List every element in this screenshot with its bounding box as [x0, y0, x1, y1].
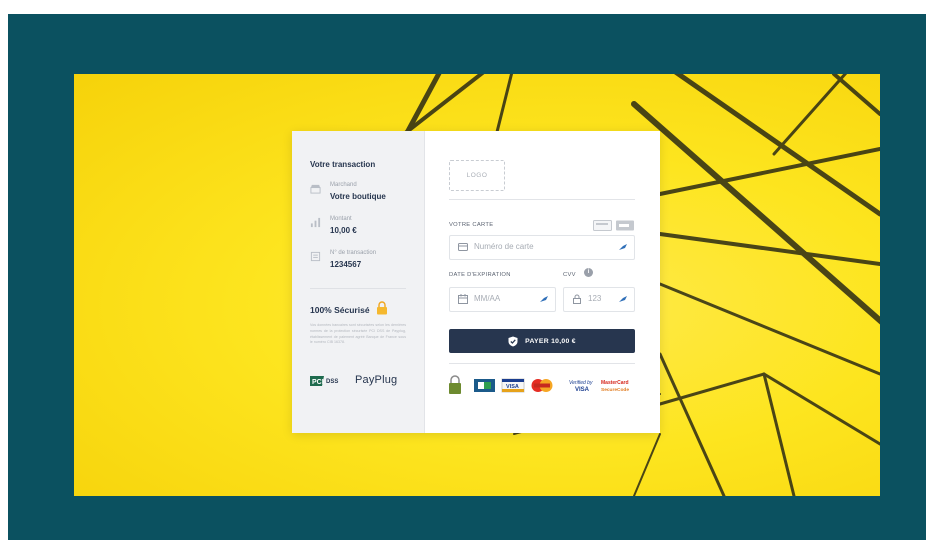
verified-by-visa-logo: Verified by VISA: [569, 380, 593, 393]
merchant-value: Votre boutique: [330, 192, 386, 201]
svg-text:Verified by: Verified by: [569, 380, 593, 386]
cvv-info-icon[interactable]: i: [584, 268, 593, 277]
form-divider: [449, 199, 635, 200]
receipt-icon: [310, 251, 321, 262]
card-number-input[interactable]: Numéro de carte: [449, 235, 635, 260]
card-label: VOTRE CARTE: [449, 222, 494, 228]
lock-icon: [449, 375, 461, 394]
autofill-icon[interactable]: [618, 295, 628, 304]
svg-text:VISA: VISA: [575, 387, 590, 393]
cvv-placeholder: 123: [588, 294, 602, 303]
mastercard-logo: [531, 379, 553, 392]
secure-title: 100% Sécurisé: [310, 305, 370, 315]
calendar-icon: [458, 294, 468, 304]
svg-text:DSS: DSS: [326, 379, 338, 385]
lock-icon: [377, 301, 387, 315]
card-type-icons: [593, 220, 634, 231]
chart-icon: [310, 217, 321, 228]
merchant-logo-placeholder: LOGO: [449, 160, 505, 191]
footer-divider: [449, 363, 635, 364]
card-number-placeholder: Numéro de carte: [474, 242, 534, 251]
pay-button-label: PAYER 10,00 €: [525, 337, 576, 345]
autofill-icon[interactable]: [539, 295, 549, 304]
pay-button[interactable]: PAYER 10,00 €: [449, 329, 635, 353]
expiry-label: DATE D'EXPIRATION: [449, 272, 511, 278]
pci-dss-logo: PCI DSS: [310, 376, 338, 386]
payplug-logo: PayPlug: [355, 374, 398, 386]
lock-icon: [573, 294, 581, 304]
transaction-sidebar: Votre transaction Marchand Votre boutiqu…: [292, 131, 425, 433]
visa-logo: VISA: [501, 378, 525, 393]
security-fine-print: Vos données bancaires sont sécurisées se…: [310, 323, 406, 345]
security-logos: VISA Verified by VISA MasterCard SecureC…: [449, 375, 629, 394]
svg-text:SecureCode: SecureCode: [601, 387, 629, 393]
shield-check-icon: [508, 336, 518, 346]
amount-value: 10,00 €: [330, 226, 357, 235]
svg-text:MasterCard: MasterCard: [601, 380, 629, 386]
mastercard-securecode-logo: MasterCard SecureCode: [601, 380, 629, 393]
amount-label: Montant: [330, 216, 352, 222]
svg-text:VISA: VISA: [506, 384, 519, 390]
transaction-label: N° de transaction: [330, 250, 377, 256]
payment-card: Votre transaction Marchand Votre boutiqu…: [292, 131, 660, 433]
transaction-title: Votre transaction: [310, 160, 376, 169]
cb-logo: [474, 379, 495, 392]
cvv-input[interactable]: 123: [563, 287, 635, 312]
sidebar-divider: [310, 288, 406, 289]
card-icon: [458, 243, 468, 251]
store-icon: [310, 184, 321, 194]
svg-text:PCI: PCI: [312, 379, 324, 386]
cvv-label: CVV: [563, 272, 576, 278]
autofill-icon[interactable]: [618, 243, 628, 252]
transaction-value: 1234567: [330, 260, 362, 269]
expiry-input[interactable]: MM/AA: [449, 287, 556, 312]
payment-form: LOGO VOTRE CARTE Numéro de carte DATE D'…: [425, 131, 660, 433]
merchant-label: Marchand: [330, 182, 357, 188]
expiry-placeholder: MM/AA: [474, 294, 501, 303]
